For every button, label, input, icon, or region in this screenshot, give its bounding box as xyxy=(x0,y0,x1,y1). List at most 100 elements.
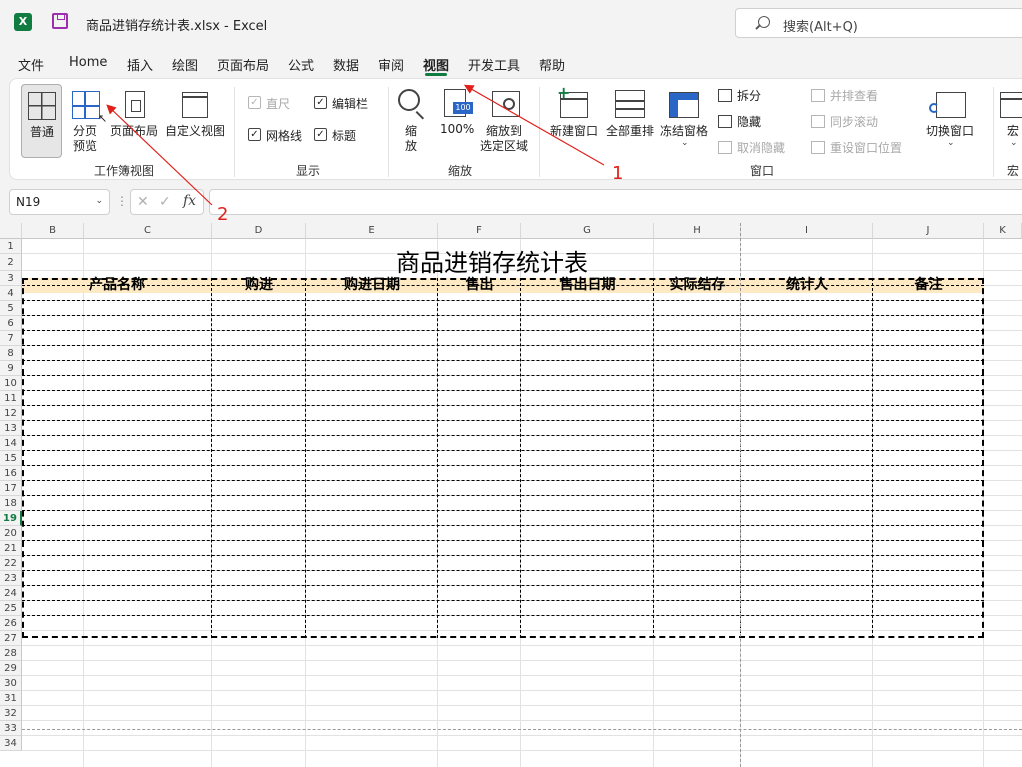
cancel-icon[interactable]: ✕ xyxy=(137,194,149,210)
row-header[interactable]: 7 xyxy=(0,331,22,346)
hide-button[interactable]: 隐藏 xyxy=(737,113,761,130)
name-box[interactable]: N19 ⌄ xyxy=(9,189,110,215)
column-header[interactable]: I xyxy=(741,223,873,239)
select-all-corner[interactable] xyxy=(0,223,22,239)
row-header[interactable]: 18 xyxy=(0,496,22,511)
new-window-button[interactable]: + 新建窗口 xyxy=(548,83,600,158)
row-header[interactable]: 5 xyxy=(0,301,22,316)
tab-draw[interactable]: 绘图 xyxy=(172,55,198,74)
normal-view-button[interactable]: 普通 xyxy=(21,84,62,158)
chevron-down-icon[interactable]: ⌄ xyxy=(95,196,103,206)
page-break-vertical xyxy=(740,223,741,767)
custom-views-button[interactable]: 自定义视图 xyxy=(165,84,227,158)
unhide-button[interactable]: 取消隐藏 xyxy=(737,139,785,156)
insert-function-icon[interactable]: fx xyxy=(183,193,196,209)
tab-data[interactable]: 数据 xyxy=(333,55,359,74)
macros-icon xyxy=(1000,92,1022,118)
zoom-100-button[interactable]: 100 100% xyxy=(438,84,474,158)
row-header[interactable]: 2 xyxy=(0,254,22,271)
row-header[interactable]: 24 xyxy=(0,586,22,601)
switch-windows-label: 切换窗口 xyxy=(926,124,975,138)
search-input[interactable]: 搜索(Alt+Q) xyxy=(735,8,1022,38)
row-header[interactable]: 16 xyxy=(0,466,22,481)
row-header[interactable]: 23 xyxy=(0,571,22,586)
save-icon[interactable] xyxy=(52,13,68,29)
ribbon-separator xyxy=(388,87,389,177)
tab-page-layout[interactable]: 页面布局 xyxy=(217,55,269,74)
switch-windows-button[interactable]: 切换窗口 ⌄ xyxy=(922,84,974,158)
ribbon-separator xyxy=(993,87,994,177)
more-options-icon[interactable]: ⋮ xyxy=(116,194,128,208)
row-header[interactable]: 25 xyxy=(0,601,22,616)
row-header[interactable]: 27 xyxy=(0,631,22,646)
reset-window-position-icon xyxy=(811,141,825,154)
page-break-preview-label-2: 预览 xyxy=(73,139,98,153)
normal-view-icon xyxy=(28,92,56,120)
gridlines-checkbox[interactable]: ✓ xyxy=(248,128,261,141)
formula-input[interactable] xyxy=(209,189,1022,215)
formula-bar-checkbox[interactable]: ✓ xyxy=(314,96,327,109)
row-header[interactable]: 22 xyxy=(0,556,22,571)
column-header[interactable]: H xyxy=(654,223,741,239)
arrange-all-button[interactable]: 全部重排 xyxy=(604,84,656,158)
column-header[interactable]: B xyxy=(22,223,84,239)
row-header[interactable]: 32 xyxy=(0,706,22,721)
sync-scroll-button[interactable]: 同步滚动 xyxy=(830,113,878,130)
row-header[interactable]: 19 xyxy=(0,511,22,526)
row-header[interactable]: 10 xyxy=(0,376,22,391)
tab-review[interactable]: 审阅 xyxy=(378,55,404,74)
row-header[interactable]: 6 xyxy=(0,316,22,331)
row-header[interactable]: 21 xyxy=(0,541,22,556)
tab-formulas[interactable]: 公式 xyxy=(288,55,314,74)
zoom-to-selection-button[interactable]: 缩放到 选定区域 xyxy=(480,84,532,158)
column-header[interactable]: E xyxy=(306,223,438,239)
ruler-checkbox[interactable]: ✓ xyxy=(248,96,261,109)
column-header[interactable]: F xyxy=(438,223,521,239)
page-break-preview-button[interactable]: 分页 预览 ↖ xyxy=(68,84,108,158)
macros-label: 宏 xyxy=(1007,124,1020,138)
row-header[interactable]: 13 xyxy=(0,421,22,436)
excel-icon[interactable]: X xyxy=(14,13,32,31)
row-header[interactable]: 34 xyxy=(0,736,22,751)
column-header[interactable]: K xyxy=(984,223,1022,239)
row-header[interactable]: 31 xyxy=(0,691,22,706)
tab-file[interactable]: 文件 xyxy=(18,55,44,74)
row-header[interactable]: 1 xyxy=(0,239,22,254)
zoom-button[interactable]: 缩 放 xyxy=(395,84,427,158)
tab-home[interactable]: Home xyxy=(69,55,107,70)
row-header[interactable]: 11 xyxy=(0,391,22,406)
freeze-panes-button[interactable]: 冻结窗格 ⌄ xyxy=(658,84,710,158)
row-header[interactable]: 4 xyxy=(0,286,22,301)
row-header[interactable]: 3 xyxy=(0,271,22,286)
row-header[interactable]: 30 xyxy=(0,676,22,691)
row-header[interactable]: 20 xyxy=(0,526,22,541)
worksheet-grid[interactable]: BCDEFGHIJK 1 2 3 4 5 6 7 8 9 10 11 12 13 14 15 16 17 18 19… xyxy=(0,223,1022,767)
column-header[interactable]: J xyxy=(873,223,984,239)
headings-checkbox[interactable]: ✓ xyxy=(314,128,327,141)
row-header[interactable]: 33 xyxy=(0,721,22,736)
row-header[interactable]: 15 xyxy=(0,451,22,466)
split-button[interactable]: 拆分 xyxy=(737,87,761,104)
tab-view[interactable]: 视图 xyxy=(423,55,449,74)
row-header[interactable]: 9 xyxy=(0,361,22,376)
tab-insert[interactable]: 插入 xyxy=(127,55,153,74)
row-header[interactable]: 29 xyxy=(0,661,22,676)
sheet-title[interactable]: 商品进销存统计表 xyxy=(22,243,962,278)
row-header[interactable]: 14 xyxy=(0,436,22,451)
column-header[interactable]: G xyxy=(521,223,654,239)
column-header[interactable]: C xyxy=(84,223,212,239)
reset-window-position-button[interactable]: 重设窗口位置 xyxy=(830,139,902,156)
tab-developer[interactable]: 开发工具 xyxy=(468,55,520,74)
zoom-label-2: 放 xyxy=(405,139,418,153)
tab-help[interactable]: 帮助 xyxy=(539,55,565,74)
row-header[interactable]: 8 xyxy=(0,346,22,361)
page-layout-view-button[interactable]: 页面布局 xyxy=(110,84,160,158)
row-header[interactable]: 26 xyxy=(0,616,22,631)
row-header[interactable]: 28 xyxy=(0,646,22,661)
column-header[interactable]: D xyxy=(212,223,306,239)
view-side-by-side-button[interactable]: 并排查看 xyxy=(830,87,878,104)
row-header[interactable]: 17 xyxy=(0,481,22,496)
enter-icon[interactable]: ✓ xyxy=(159,194,171,210)
macros-button[interactable]: 宏 ⌄ xyxy=(998,84,1022,158)
row-header[interactable]: 12 xyxy=(0,406,22,421)
